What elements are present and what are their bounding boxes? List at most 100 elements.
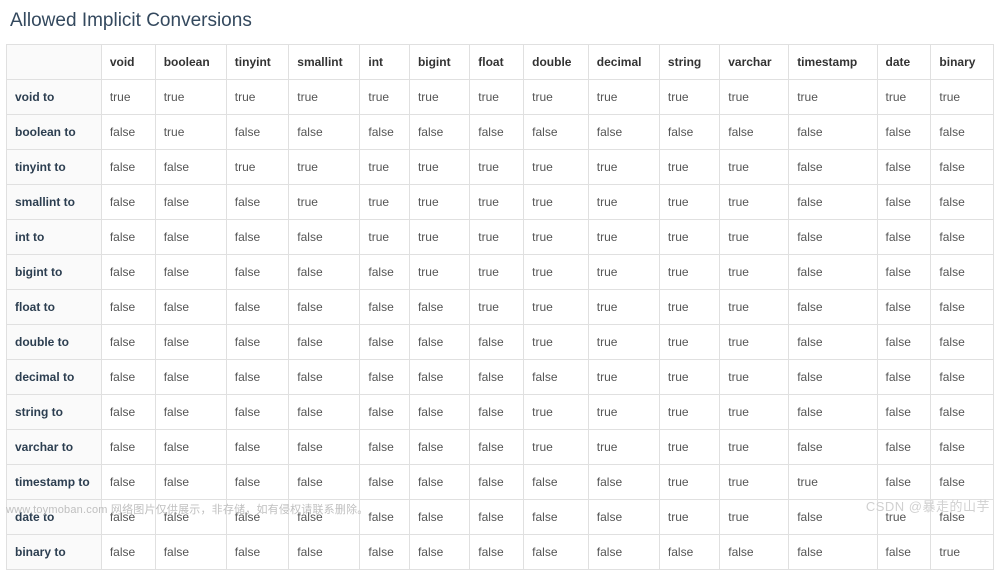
table-cell: false [789,325,877,360]
table-cell: false [360,395,410,430]
table-cell: false [659,115,719,150]
table-cell: false [931,465,994,500]
table-cell: true [659,220,719,255]
table-cell: true [588,255,659,290]
header-decimal: decimal [588,45,659,80]
table-cell: true [877,80,931,115]
row-label: int to [7,220,102,255]
table-cell: false [289,115,360,150]
table-cell: false [409,535,469,570]
table-cell: false [470,325,524,360]
table-cell: false [789,290,877,325]
table-cell: true [720,465,789,500]
table-cell: true [524,395,589,430]
header-blank [7,45,102,80]
table-cell: false [877,290,931,325]
row-label: string to [7,395,102,430]
table-cell: false [877,325,931,360]
header-float: float [470,45,524,80]
table-cell: false [789,395,877,430]
table-cell: false [931,185,994,220]
table-cell: false [289,220,360,255]
table-cell: false [226,465,288,500]
table-cell: false [588,535,659,570]
header-binary: binary [931,45,994,80]
table-cell: false [155,150,226,185]
table-cell: true [360,80,410,115]
table-cell: false [789,150,877,185]
table-cell: false [877,185,931,220]
table-cell: false [101,290,155,325]
table-cell: false [155,465,226,500]
header-smallint: smallint [289,45,360,80]
table-cell: false [155,255,226,290]
table-cell: true [659,360,719,395]
table-cell: false [588,115,659,150]
table-cell: false [409,465,469,500]
table-cell: false [931,220,994,255]
table-cell: true [659,290,719,325]
table-cell: true [931,80,994,115]
table-cell: true [720,255,789,290]
table-cell: false [789,220,877,255]
table-row: varchar tofalsefalsefalsefalsefalsefalse… [7,430,994,465]
table-cell: true [524,255,589,290]
table-row: timestamp tofalsefalsefalsefalsefalsefal… [7,465,994,500]
table-cell: true [101,80,155,115]
table-cell: false [409,360,469,395]
table-cell: true [588,430,659,465]
table-cell: true [588,290,659,325]
table-cell: false [155,535,226,570]
table-cell: false [659,535,719,570]
table-cell: true [720,220,789,255]
table-cell: true [720,430,789,465]
row-label: double to [7,325,102,360]
table-cell: false [289,360,360,395]
table-cell: false [470,395,524,430]
table-cell: false [101,360,155,395]
table-cell: true [720,290,789,325]
table-cell: false [789,360,877,395]
table-cell: false [409,325,469,360]
table-cell: false [877,465,931,500]
table-row: smallint tofalsefalsefalsetruetruetruetr… [7,185,994,220]
table-cell: true [470,290,524,325]
header-double: double [524,45,589,80]
table-cell: true [470,220,524,255]
table-cell: false [101,150,155,185]
table-cell: false [789,500,877,535]
table-cell: false [470,535,524,570]
table-cell: true [226,150,288,185]
table-cell: false [409,290,469,325]
table-cell: false [789,535,877,570]
table-cell: true [409,150,469,185]
table-cell: false [289,325,360,360]
table-cell: true [524,185,589,220]
table-cell: true [720,80,789,115]
table-cell: true [588,185,659,220]
table-cell: false [588,500,659,535]
header-string: string [659,45,719,80]
table-cell: true [720,150,789,185]
header-timestamp: timestamp [789,45,877,80]
table-cell: false [524,115,589,150]
row-label: bigint to [7,255,102,290]
row-label: void to [7,80,102,115]
table-cell: false [524,535,589,570]
table-cell: true [659,430,719,465]
table-row: boolean tofalsetruefalsefalsefalsefalsef… [7,115,994,150]
table-cell: false [470,500,524,535]
table-cell: false [101,185,155,220]
row-label: decimal to [7,360,102,395]
table-cell: true [720,360,789,395]
header-int: int [360,45,410,80]
table-cell: false [360,465,410,500]
table-cell: false [226,185,288,220]
table-cell: false [289,395,360,430]
table-cell: true [470,150,524,185]
watermark-right: CSDN @暴走的山芋 [866,496,990,515]
table-cell: false [360,325,410,360]
table-header-row: void boolean tinyint smallint int bigint… [7,45,994,80]
table-cell: false [226,255,288,290]
table-cell: false [789,115,877,150]
